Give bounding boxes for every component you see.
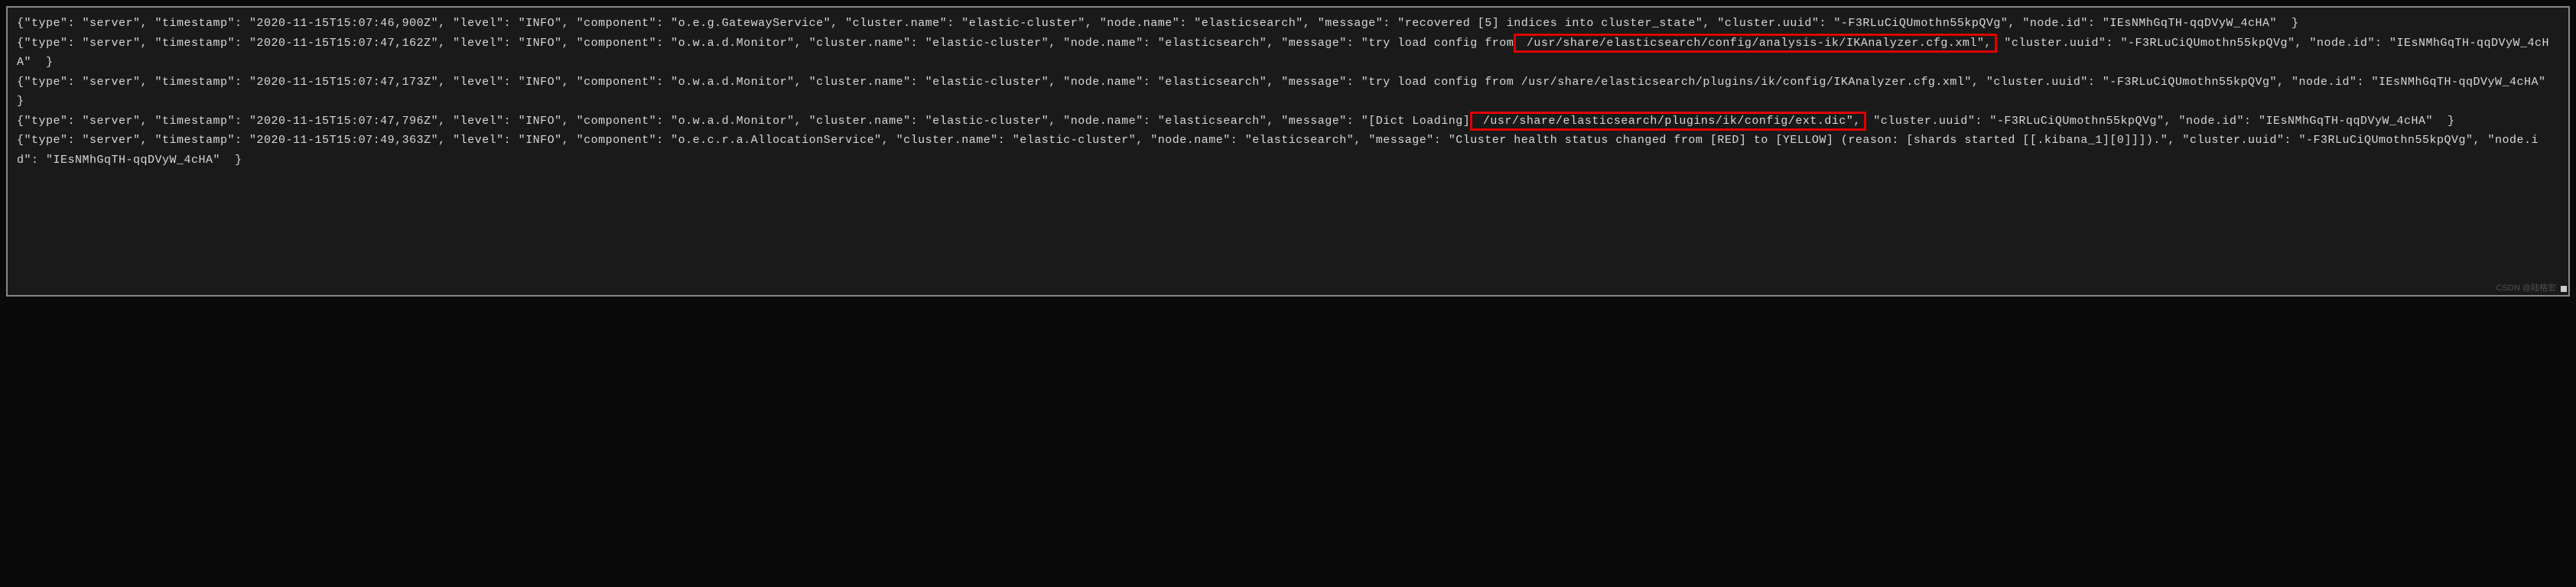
log-entry: {"type": "server", "timestamp": "2020-11…: [17, 131, 2559, 170]
log-text-pre: {"type": "server", "timestamp": "2020-11…: [17, 37, 1514, 50]
log-entry: {"type": "server", "timestamp": "2020-11…: [17, 34, 2559, 73]
log-text-pre: {"type": "server", "timestamp": "2020-11…: [17, 17, 2298, 30]
log-entry: {"type": "server", "timestamp": "2020-11…: [17, 112, 2559, 131]
log-entry: {"type": "server", "timestamp": "2020-11…: [17, 14, 2559, 34]
log-text-post: "cluster.uuid": "-F3RLuCiQUmothn55kpQVg"…: [1866, 115, 2455, 128]
terminal-window: {"type": "server", "timestamp": "2020-11…: [6, 6, 2570, 297]
scrollbar-thumb[interactable]: [2561, 286, 2567, 292]
scrollbar-track[interactable]: [2559, 8, 2567, 295]
log-text-pre: {"type": "server", "timestamp": "2020-11…: [17, 115, 1470, 128]
log-text-pre: {"type": "server", "timestamp": "2020-11…: [17, 134, 2539, 167]
highlighted-path: /usr/share/elasticsearch/plugins/ik/conf…: [1470, 112, 1866, 131]
log-text-pre: {"type": "server", "timestamp": "2020-11…: [17, 76, 2561, 109]
highlighted-path: /usr/share/elasticsearch/config/analysis…: [1514, 34, 1997, 54]
log-output-area[interactable]: {"type": "server", "timestamp": "2020-11…: [17, 14, 2559, 170]
watermark-text: CSDN @陆格宏: [2496, 281, 2556, 294]
log-entry: {"type": "server", "timestamp": "2020-11…: [17, 73, 2559, 112]
